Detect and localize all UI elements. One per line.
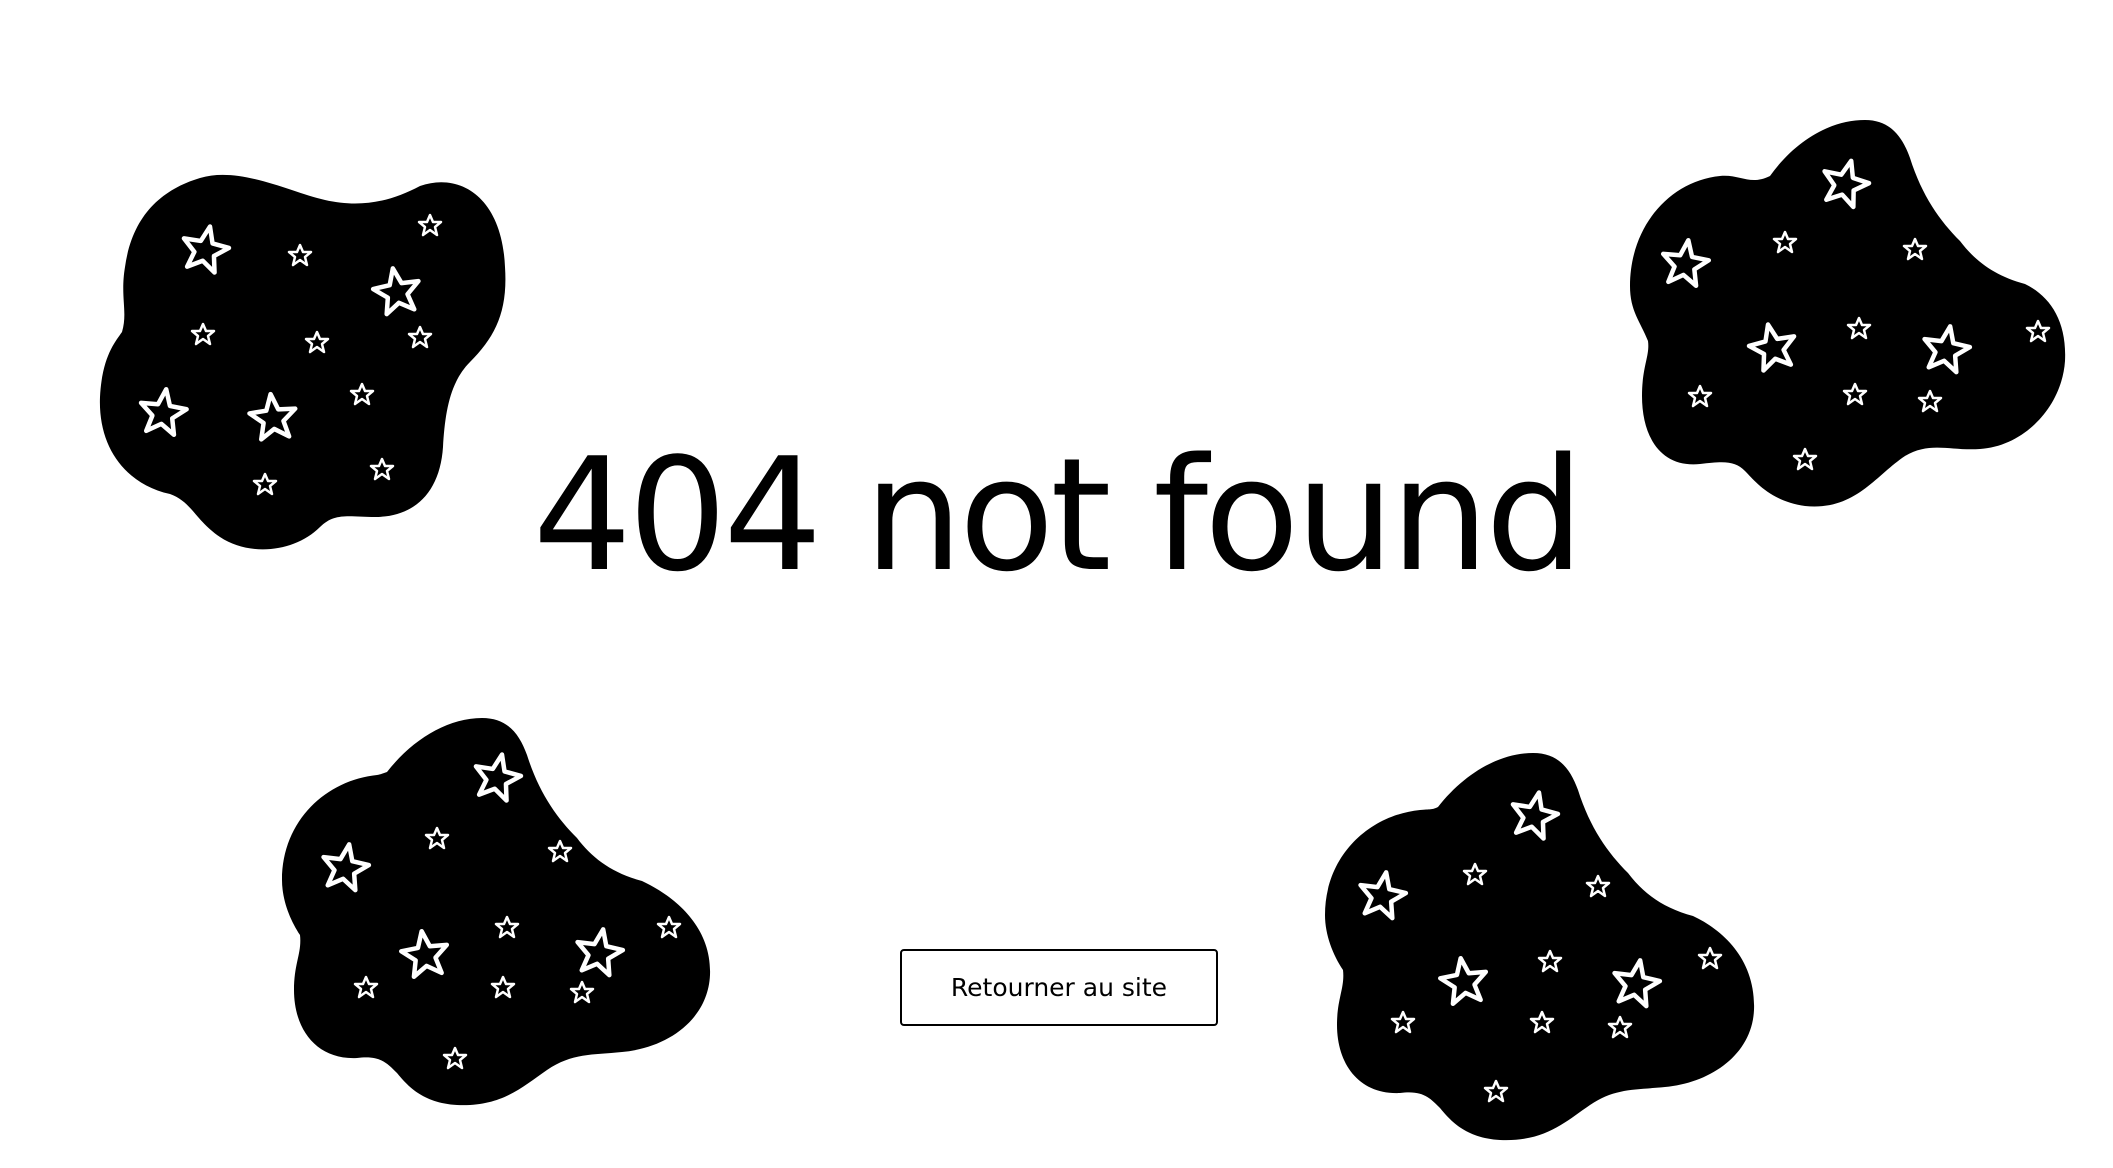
back-to-site-button[interactable]: Retourner au site bbox=[900, 949, 1218, 1026]
not-found-page: 404 not found Retourner au site bbox=[0, 0, 2113, 1168]
star-blob-icon bbox=[1320, 750, 1755, 1141]
star-blob-icon bbox=[282, 715, 717, 1106]
page-title: 404 not found bbox=[532, 424, 1585, 606]
